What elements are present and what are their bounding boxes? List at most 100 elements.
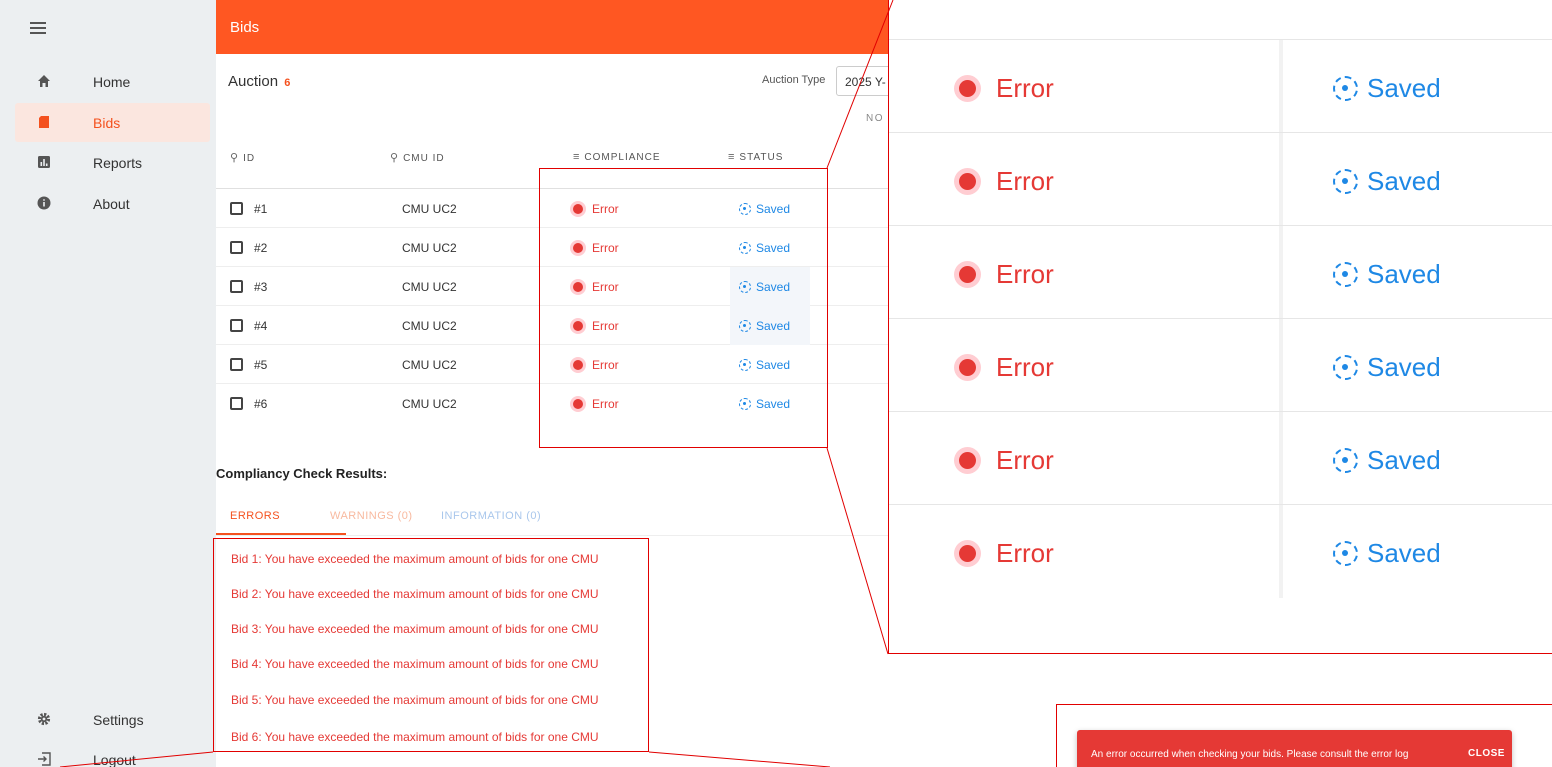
gear-icon: [37, 712, 51, 726]
compliance-status-highlight-box: [539, 168, 828, 448]
bids-icon: [39, 116, 49, 128]
row-checkbox[interactable]: [230, 397, 243, 410]
error-dot-icon: [959, 173, 976, 190]
zoom-row: Error Saved: [889, 411, 1552, 505]
tab-warnings[interactable]: WARNINGS (0): [330, 510, 413, 522]
snackbar-close-button[interactable]: CLOSE: [1468, 748, 1505, 759]
zoom-compliance: Error: [959, 352, 1054, 383]
filter-icon[interactable]: ≡: [728, 151, 735, 163]
zoom-row: Error Saved: [889, 318, 1552, 412]
sidebar-item-home[interactable]: Home: [15, 62, 210, 101]
sidebar-item-label: Bids: [93, 115, 121, 131]
zoom-compliance: Error: [959, 259, 1054, 290]
cmu-id: CMU UC2: [402, 397, 457, 411]
zoom-callout-panel: Error Saved Error Saved Error Saved Erro…: [888, 0, 1552, 654]
zoom-row: Error Saved: [889, 132, 1552, 226]
sidebar-item-reports[interactable]: Reports: [15, 143, 210, 182]
auction-heading: Auction 6: [228, 73, 290, 90]
page-title: Bids: [230, 19, 260, 36]
filter-icon[interactable]: ≡: [573, 151, 580, 163]
zoom-row: Error Saved: [889, 225, 1552, 319]
error-dot-icon: [959, 545, 976, 562]
sidebar-item-settings[interactable]: Settings: [15, 700, 210, 739]
divider: [1279, 319, 1283, 412]
zoom-status: Saved: [1333, 73, 1441, 104]
search-icon[interactable]: ⚲: [390, 152, 399, 164]
column-header-cmu-id[interactable]: ⚲ CMU ID: [390, 151, 445, 164]
cmu-id: CMU UC2: [402, 241, 457, 255]
search-icon[interactable]: ⚲: [230, 152, 239, 164]
zoom-status: Saved: [1333, 166, 1441, 197]
zoom-status: Saved: [1333, 445, 1441, 476]
column-header-id[interactable]: ⚲ ID: [230, 151, 255, 164]
connector-line: [826, 447, 889, 655]
sidebar: Home Bids Reports About Settings Logout: [0, 0, 216, 767]
row-checkbox[interactable]: [230, 319, 243, 332]
sidebar-item-label: About: [93, 196, 130, 212]
info-icon: [37, 196, 51, 210]
bid-id: #5: [254, 358, 268, 372]
bid-id: #4: [254, 319, 268, 333]
saved-icon: [1333, 448, 1358, 473]
error-list-highlight-box: [213, 538, 649, 752]
bid-id: #6: [254, 397, 268, 411]
zoom-compliance: Error: [959, 166, 1054, 197]
saved-icon: [1333, 262, 1358, 287]
divider: [1279, 412, 1283, 505]
app-bar: Bids: [216, 0, 888, 54]
divider: [1279, 133, 1283, 226]
divider: [1279, 40, 1283, 133]
sidebar-item-logout[interactable]: Logout: [15, 740, 210, 767]
saved-icon: [1333, 76, 1358, 101]
home-icon: [38, 75, 50, 87]
zoom-compliance: Error: [959, 538, 1054, 569]
zoom-status: Saved: [1333, 352, 1441, 383]
zoom-status: Saved: [1333, 259, 1441, 290]
error-dot-icon: [959, 452, 976, 469]
row-checkbox[interactable]: [230, 202, 243, 215]
row-checkbox[interactable]: [230, 280, 243, 293]
tab-information[interactable]: INFORMATION (0): [441, 510, 541, 522]
zoom-row: Error Saved: [889, 504, 1552, 598]
sidebar-item-label: Home: [93, 74, 131, 90]
zoom-compliance: Error: [959, 73, 1054, 104]
divider: [216, 535, 888, 536]
error-snackbar: An error occurred when checking your bid…: [1077, 730, 1512, 767]
saved-icon: [1333, 541, 1358, 566]
column-header-compliance[interactable]: ≡ COMPLIANCE: [573, 151, 661, 163]
saved-icon: [1333, 169, 1358, 194]
logout-icon: [38, 752, 51, 766]
auction-type-label: Auction Type: [762, 74, 826, 86]
error-dot-icon: [959, 266, 976, 283]
sidebar-item-label: Logout: [93, 752, 136, 767]
cmu-id: CMU UC2: [402, 358, 457, 372]
cmu-id: CMU UC2: [402, 202, 457, 216]
menu-icon[interactable]: [30, 22, 46, 34]
auction-type-select[interactable]: 2025 Y-: [836, 66, 896, 96]
reports-icon: [38, 156, 50, 168]
error-dot-icon: [959, 80, 976, 97]
zoom-row: Error Saved: [889, 39, 1552, 133]
sidebar-item-bids[interactable]: Bids: [15, 103, 210, 142]
snackbar-message: An error occurred when checking your bid…: [1091, 749, 1409, 760]
error-dot-icon: [959, 359, 976, 376]
bid-id: #3: [254, 280, 268, 294]
sidebar-item-about[interactable]: About: [15, 184, 210, 223]
divider: [1279, 226, 1283, 319]
divider: [1279, 505, 1283, 598]
auction-title: Auction: [228, 73, 279, 90]
bid-id: #1: [254, 202, 268, 216]
zoom-compliance: Error: [959, 445, 1054, 476]
row-checkbox[interactable]: [230, 358, 243, 371]
column-header-status[interactable]: ≡ STATUS: [728, 151, 783, 163]
cmu-id: CMU UC2: [402, 280, 457, 294]
zoom-status: Saved: [1333, 538, 1441, 569]
tab-errors[interactable]: ERRORS: [230, 510, 280, 522]
results-title: Compliancy Check Results:: [216, 466, 388, 481]
connector-line: [648, 751, 831, 767]
bid-id: #2: [254, 241, 268, 255]
auction-count-badge: 6: [284, 77, 291, 89]
sidebar-item-label: Reports: [93, 155, 143, 171]
row-checkbox[interactable]: [230, 241, 243, 254]
saved-icon: [1333, 355, 1358, 380]
